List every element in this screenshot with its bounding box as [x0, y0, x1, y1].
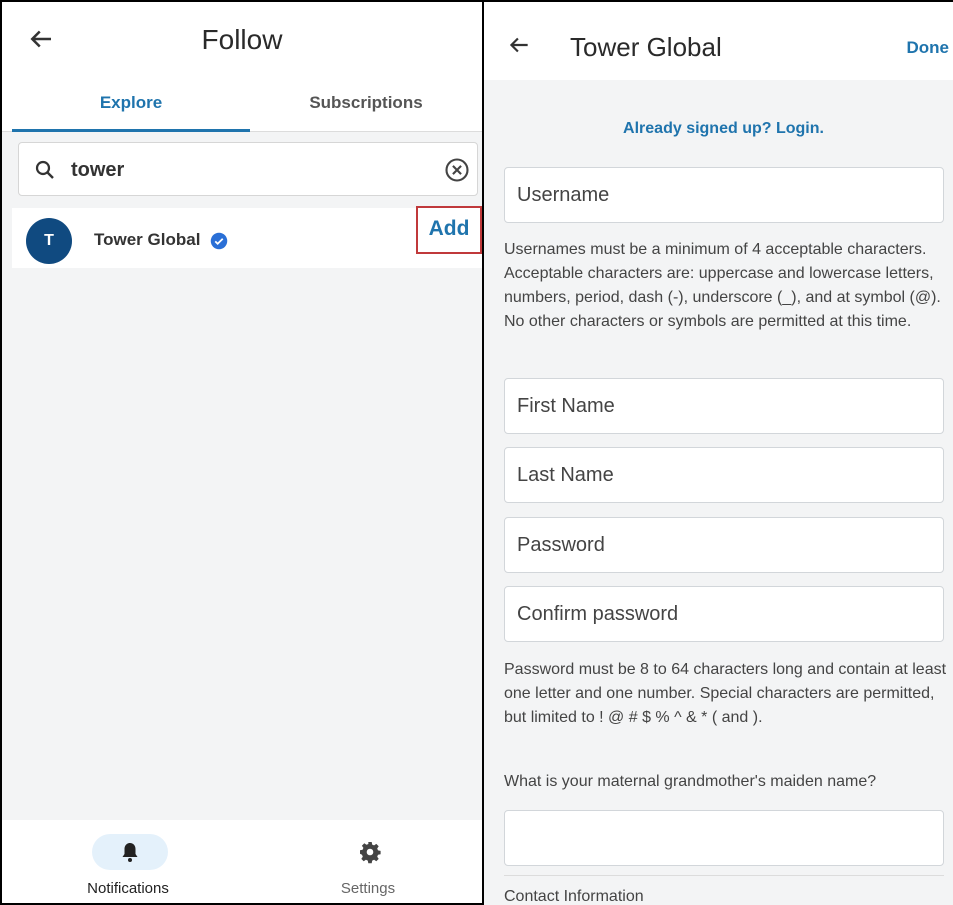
tab-subscriptions[interactable]: Subscriptions — [250, 78, 482, 132]
clear-search-icon[interactable] — [443, 156, 471, 184]
security-answer-field — [504, 810, 944, 866]
first-name-input[interactable] — [505, 379, 943, 433]
nav-label-notifications: Notifications — [87, 880, 169, 897]
last-name-input[interactable] — [505, 448, 943, 502]
follow-header: Follow — [2, 2, 482, 78]
channel-name: Tower Global — [94, 230, 201, 249]
login-link[interactable]: Already signed up? Login. — [504, 120, 943, 138]
bottom-navigation: Notifications Settings — [2, 820, 482, 903]
bell-icon — [122, 843, 138, 862]
verified-badge-icon — [210, 232, 228, 250]
back-arrow-icon[interactable] — [506, 32, 532, 58]
add-button[interactable]: Add — [416, 206, 482, 254]
page-title: Follow — [201, 24, 283, 55]
password-field — [504, 517, 944, 573]
nav-notifications[interactable]: Notifications — [8, 820, 248, 903]
username-help-text: Usernames must be a minimum of 4 accepta… — [504, 241, 941, 330]
search-input[interactable] — [71, 153, 431, 187]
divider — [504, 875, 944, 876]
signup-header: Tower Global Done — [484, 2, 953, 80]
list-item[interactable]: T Tower Global Add — [12, 206, 482, 268]
tab-bar: Explore Subscriptions — [2, 78, 482, 132]
username-input[interactable] — [505, 168, 943, 222]
first-name-field — [504, 378, 944, 434]
page-title: Tower Global — [570, 32, 722, 62]
tab-explore[interactable]: Explore — [12, 78, 250, 132]
avatar: T — [26, 218, 72, 264]
password-help-text: Password must be 8 to 64 characters long… — [504, 661, 947, 726]
search-icon — [35, 160, 54, 179]
done-button[interactable]: Done — [907, 38, 950, 58]
signup-screen: Tower Global Done Already signed up? Log… — [484, 0, 953, 905]
security-answer-input[interactable] — [505, 811, 943, 865]
password-input[interactable] — [505, 518, 943, 572]
security-question-label: What is your maternal grandmother's maid… — [504, 773, 877, 790]
last-name-field — [504, 447, 944, 503]
search-bar — [18, 142, 478, 196]
section-title: Contact Information — [504, 888, 644, 905]
follow-screen: Follow Explore Subscriptions T Tower Glo… — [0, 0, 484, 905]
confirm-password-field — [504, 586, 944, 642]
confirm-password-input[interactable] — [505, 587, 943, 641]
nav-settings[interactable]: Settings — [248, 820, 482, 903]
gear-icon — [360, 842, 381, 864]
nav-label-settings: Settings — [340, 880, 396, 897]
username-field — [504, 167, 944, 223]
